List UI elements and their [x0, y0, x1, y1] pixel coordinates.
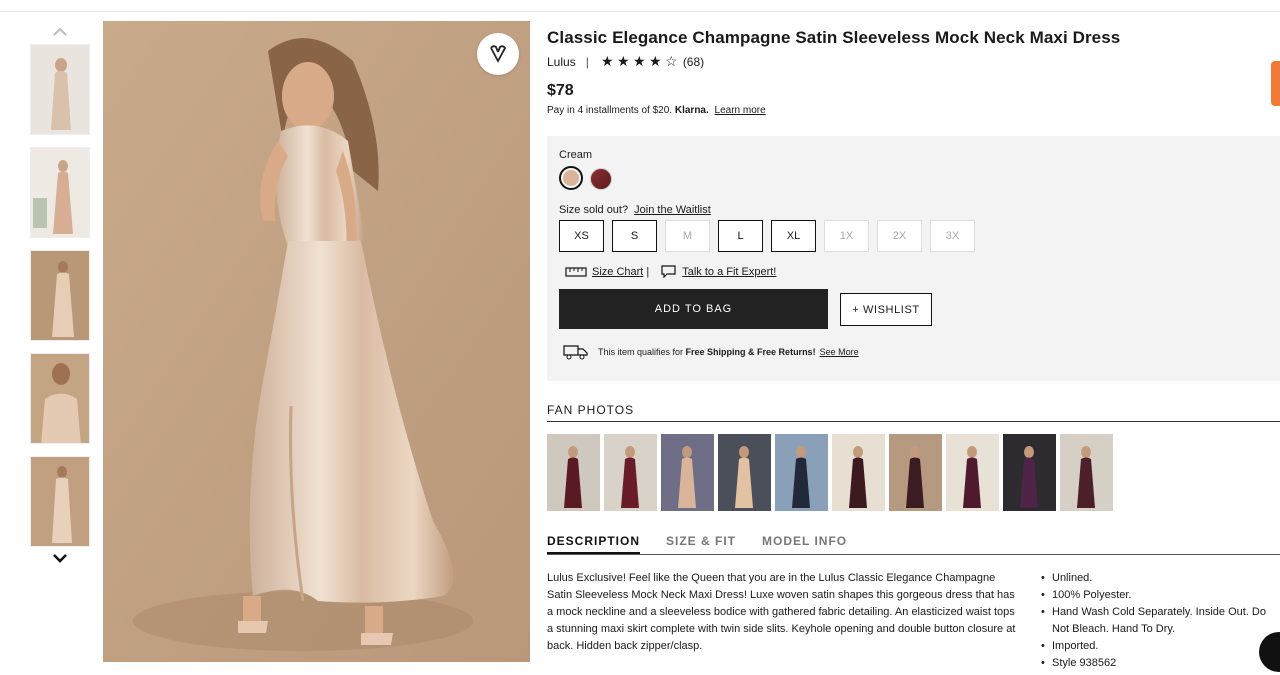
fan-photo-6[interactable] — [832, 434, 885, 511]
list-item: Unlined. — [1041, 570, 1280, 587]
star-icon: ★ — [633, 53, 646, 69]
fan-photo-9[interactable] — [1003, 434, 1056, 511]
size-2x[interactable]: 2X — [877, 220, 922, 252]
thumbnail-4[interactable] — [30, 353, 90, 444]
color-label: Cream — [559, 149, 593, 161]
star-outline-icon: ☆ — [665, 53, 678, 69]
product-title: Classic Elegance Champagne Satin Sleevel… — [547, 28, 1121, 47]
size-xl[interactable]: XL — [771, 220, 816, 252]
review-count[interactable]: (68) — [683, 55, 704, 69]
thumbnail-5[interactable] — [30, 456, 90, 547]
shipping-text: This item qualifies for — [598, 347, 684, 357]
tab-model-info[interactable]: MODEL INFO — [762, 534, 847, 555]
tab-description[interactable]: DESCRIPTION — [547, 534, 641, 555]
chevron-down-icon[interactable] — [52, 550, 68, 566]
favorite-button[interactable] — [477, 33, 519, 75]
product-description: Lulus Exclusive! Feel like the Queen tha… — [547, 572, 1016, 652]
fan-photo-4[interactable] — [718, 434, 771, 511]
fan-photos-divider — [547, 421, 1280, 422]
info-tabs: DESCRIPTION SIZE & FIT MODEL INFO — [547, 534, 847, 555]
size-options: XS S M L XL 1X 2X 3X — [559, 220, 975, 252]
swatch-cream[interactable] — [559, 166, 583, 190]
heart-icon — [490, 45, 507, 63]
size-sold-out-text: Size sold out? — [559, 204, 629, 216]
product-price: $78 — [547, 82, 574, 99]
list-item: Imported. — [1041, 638, 1280, 655]
chat-bubble-icon — [661, 265, 676, 278]
fan-photo-7[interactable] — [889, 434, 942, 511]
size-m[interactable]: M — [665, 220, 710, 252]
ruler-icon — [565, 266, 587, 277]
product-main-image — [103, 21, 530, 662]
size-1x[interactable]: 1X — [824, 220, 869, 252]
size-3x[interactable]: 3X — [930, 220, 975, 252]
fit-separator: | — [646, 265, 650, 278]
list-item: Hand Wash Cold Separately. Inside Out. D… — [1041, 604, 1280, 638]
star-icon: ★ — [617, 53, 630, 69]
fit-help-row: Size Chart | Talk to a Fit Expert! — [565, 265, 776, 278]
see-more-link[interactable]: See More — [820, 347, 859, 357]
swatch-burgundy[interactable] — [590, 168, 612, 190]
thumbnail-1[interactable] — [30, 44, 90, 135]
klarna-logo: Klarna. — [674, 105, 709, 116]
fan-photo-5[interactable] — [775, 434, 828, 511]
shipping-bold: Free Shipping & Free Returns! — [685, 347, 816, 357]
size-xs[interactable]: XS — [559, 220, 604, 252]
fan-photo-2[interactable] — [604, 434, 657, 511]
tab-size-fit[interactable]: SIZE & FIT — [666, 534, 736, 555]
size-chart-link[interactable]: Size Chart — [592, 266, 643, 278]
brand-separator: | — [585, 54, 589, 69]
options-panel: Cream Size sold out? Join the Waitlist X… — [547, 136, 1280, 381]
rating-stars[interactable]: ★ ★ ★ ★ ☆ — [601, 53, 678, 70]
add-to-bag-button[interactable]: ADD TO BAG — [559, 289, 828, 329]
star-icon: ★ — [649, 53, 662, 69]
brand-rating-row: Lulus | ★ ★ ★ ★ ☆ (68) — [547, 53, 704, 70]
join-waitlist-link[interactable]: Join the Waitlist — [634, 204, 711, 216]
size-s[interactable]: S — [612, 220, 657, 252]
fan-photo-strip — [547, 434, 1113, 511]
list-item: Style 938562 — [1041, 655, 1280, 672]
installments-text: Pay in 4 installments of $20. Klarna. Le… — [547, 105, 766, 116]
shipping-row: This item qualifies for Free Shipping & … — [563, 344, 859, 360]
fan-photo-3[interactable] — [661, 434, 714, 511]
top-divider — [0, 11, 1280, 12]
truck-icon — [563, 345, 588, 360]
fit-expert-link[interactable]: Talk to a Fit Expert! — [682, 266, 776, 278]
thumbnail-2[interactable] — [30, 147, 90, 238]
chevron-up-icon[interactable] — [52, 24, 68, 40]
star-icon: ★ — [601, 53, 614, 69]
fan-photos-heading: FAN PHOTOS — [547, 403, 635, 417]
size-l[interactable]: L — [718, 220, 763, 252]
size-sold-out-label: Size sold out? Join the Waitlist — [559, 204, 711, 216]
learn-more-link[interactable]: Learn more — [715, 105, 766, 116]
installments-text: Pay in 4 installments of $20. — [547, 105, 673, 116]
list-item: 100% Polyester. — [1041, 587, 1280, 604]
wishlist-button[interactable]: + WISHLIST — [840, 293, 932, 326]
tabs-divider — [547, 554, 1280, 555]
thumbnail-3[interactable] — [30, 250, 90, 341]
side-feedback-tab[interactable] — [1271, 61, 1280, 106]
product-details-list: Unlined. 100% Polyester. Hand Wash Cold … — [1041, 570, 1280, 672]
fan-photo-8[interactable] — [946, 434, 999, 511]
brand-name[interactable]: Lulus — [547, 55, 576, 69]
fan-photo-10[interactable] — [1060, 434, 1113, 511]
fan-photo-1[interactable] — [547, 434, 600, 511]
